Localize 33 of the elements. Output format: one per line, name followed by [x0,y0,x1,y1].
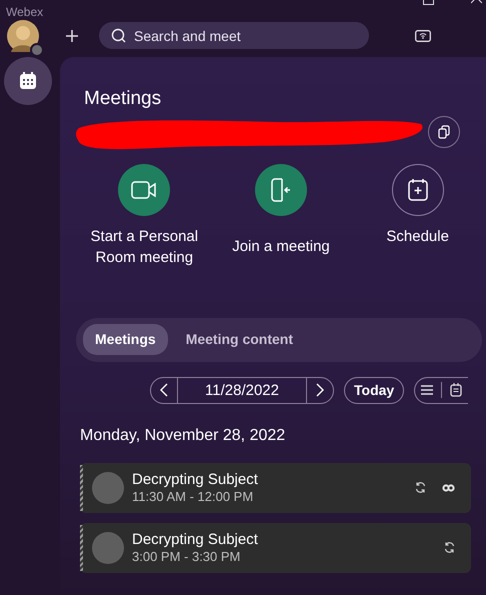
meeting-title: Decrypting Subject [132,530,259,548]
search-field[interactable]: Search and meet [99,22,369,49]
search-icon [111,28,126,43]
calendar-button[interactable] [4,57,52,105]
door-arrow-icon [270,178,292,202]
meeting-title: Decrypting Subject [132,470,259,488]
meeting-time: 11:30 AM - 12:00 PM [132,488,254,504]
avatar [92,532,124,564]
calendar-plus-icon [406,178,429,202]
tab[interactable]: Meeting content [174,324,306,355]
today-button[interactable]: Today [344,376,404,404]
join-button[interactable] [255,164,307,216]
chevron-left-icon [159,382,169,397]
avatar [92,472,124,504]
action-label: Join a meeting [232,236,330,256]
copy-icon [438,124,450,138]
tab[interactable]: Meetings [83,324,168,355]
window-title: Webex [6,6,44,19]
meeting-card[interactable]: Decrypting Subject 3:00 PM - 3:30 PM [80,522,471,572]
meeting-card[interactable]: Decrypting Subject 11:30 AM - 12:00 PM [80,462,471,512]
video-camera-icon [131,180,158,200]
section-title: Meetings [84,87,162,111]
calendar-icon [19,72,37,90]
schedule-button[interactable] [392,164,444,216]
action-label: Schedule [386,226,449,246]
date-heading: Monday, November 28, 2022 [80,426,286,446]
list-view-icon[interactable] [421,385,434,395]
screen-share-icon[interactable] [415,30,431,42]
copy-button[interactable] [428,116,460,148]
meeting-time: 3:00 PM - 3:30 PM [132,548,242,564]
calendar-view-icon[interactable] [450,383,462,397]
chevron-right-icon [315,382,325,397]
action-label: Start a Personal Room meeting [90,226,200,268]
